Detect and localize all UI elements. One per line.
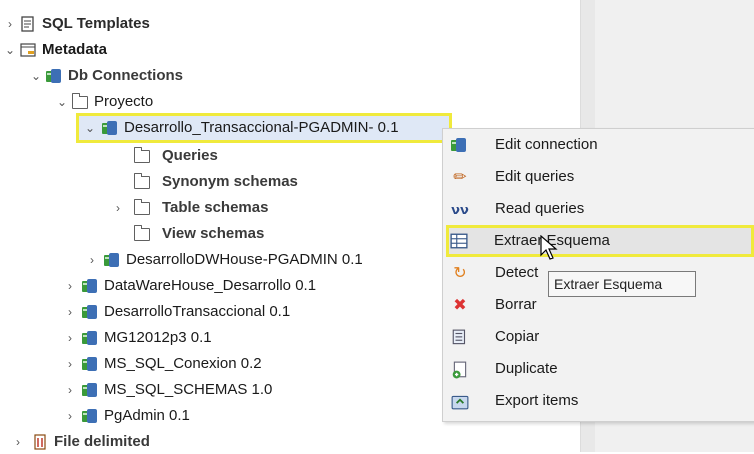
db-connection-icon: [82, 305, 98, 320]
chevron-right-icon[interactable]: ›: [112, 196, 124, 220]
copy-icon: [452, 329, 466, 345]
tree-item-label: Synonym schemas: [162, 173, 298, 190]
menu-item-label: Edit queries: [495, 168, 575, 185]
tree-item-label: Db Connections: [68, 67, 183, 84]
tree-item-connection[interactable]: › MS_SQL_SCHEMAS 1.0: [0, 378, 420, 402]
menu-item-label: Copiar: [495, 328, 540, 345]
chevron-right-icon[interactable]: ›: [64, 274, 76, 298]
file-delimited-icon: [34, 434, 46, 450]
chevron-right-icon[interactable]: ›: [64, 404, 76, 428]
chevron-right-icon[interactable]: ›: [12, 430, 24, 454]
metadata-icon: [20, 43, 36, 57]
chevron-right-icon[interactable]: ›: [64, 300, 76, 324]
chevron-down-icon[interactable]: ⌄: [30, 64, 42, 88]
menu-item-label: Export items: [495, 392, 579, 409]
menu-item-label: Edit connection: [495, 136, 598, 153]
tree-item-proyecto[interactable]: ⌄ Proyecto: [0, 90, 300, 114]
menu-item-label: Duplicate: [495, 360, 558, 377]
db-connection-icon: [46, 69, 62, 84]
tree-item-label: Metadata: [42, 41, 108, 58]
tree-item-desarrollo-transaccional-pgadmin[interactable]: ⌄ Desarrollo_Transaccional-PGADMIN- 0.1: [76, 116, 452, 140]
menu-item-read-queries[interactable]: 𝝼𝝼 Read queries: [443, 193, 754, 225]
tree-item-label: MS_SQL_Conexion 0.2: [104, 355, 262, 372]
tree-item-label: Queries: [162, 147, 218, 164]
highlight-overlay-content: Extraer Esquema: [450, 229, 750, 253]
menu-item-label: Borrar: [495, 296, 537, 313]
tree-item-label: DataWareHouse_Desarrollo 0.1: [104, 277, 317, 294]
menu-item-export-items[interactable]: Export items: [443, 385, 754, 417]
tree-item-connection[interactable]: › MS_SQL_Conexion 0.2: [0, 352, 420, 376]
db-connection-icon: [82, 331, 98, 346]
menu-item-label: Detect: [495, 264, 539, 281]
tree-item-label: DesarrolloTransaccional 0.1: [104, 303, 291, 320]
detect-icon: ↻: [453, 265, 467, 282]
menu-item-duplicate[interactable]: Duplicate: [443, 353, 754, 385]
tree-item-connection[interactable]: › DataWareHouse_Desarrollo 0.1: [0, 274, 420, 298]
tree-item-db-connections[interactable]: ⌄ Db Connections: [0, 64, 300, 88]
folder-icon: [134, 225, 150, 241]
tree-item-label: SQL Templates: [42, 15, 150, 32]
glasses-icon: 𝝼𝝼: [451, 202, 469, 217]
tree-item-connection[interactable]: › DesarrolloTransaccional 0.1: [0, 300, 420, 324]
table-icon: [450, 233, 468, 249]
tree-item-metadata[interactable]: ⌄ Metadata: [0, 38, 300, 62]
folder-icon: [134, 173, 150, 189]
folder-icon: [134, 147, 150, 163]
tree-item-label: MS_SQL_SCHEMAS 1.0: [104, 381, 273, 398]
tree-item-connection[interactable]: › MG12012p3 0.1: [0, 326, 420, 350]
menu-item-copiar[interactable]: Copiar: [443, 321, 754, 353]
tree-item-label: PgAdmin 0.1: [104, 407, 190, 424]
menu-item-label: Read queries: [495, 200, 585, 217]
mouse-cursor-icon: [540, 235, 558, 260]
chevron-right-icon[interactable]: ›: [64, 378, 76, 402]
pencil-icon: ✏: [453, 169, 467, 186]
tree-item-view-schemas[interactable]: View schemas: [0, 222, 330, 246]
tree-item-label: View schemas: [162, 225, 265, 242]
tree-item-synonym-schemas[interactable]: Synonym schemas: [0, 170, 330, 194]
sql-templates-icon: [21, 16, 34, 32]
tree-item-connection[interactable]: › PgAdmin 0.1: [0, 404, 420, 428]
tree-item-label: DesarrolloDWHouse-PGADMIN 0.1: [126, 251, 363, 268]
db-connection-icon: [82, 357, 98, 372]
delete-x-icon: ✖: [453, 297, 467, 314]
export-icon: [451, 395, 469, 410]
tree-item-label: MG12012p3 0.1: [104, 329, 212, 346]
chevron-right-icon[interactable]: ›: [64, 352, 76, 376]
chevron-down-icon[interactable]: ⌄: [84, 116, 96, 140]
db-connection-icon: [104, 253, 120, 268]
tree-item-label: Proyecto: [94, 93, 154, 110]
folder-open-icon: [72, 93, 88, 109]
chevron-down-icon[interactable]: ⌄: [4, 38, 16, 62]
db-connection-icon: [451, 137, 469, 155]
duplicate-icon: [452, 361, 467, 379]
chevron-right-icon[interactable]: ›: [64, 326, 76, 350]
tree-item-label: Table schemas: [162, 199, 269, 216]
tree-item-label: File delimited: [54, 433, 150, 450]
tree-item-connection[interactable]: › DesarrolloDWHouse-PGADMIN 0.1: [0, 248, 420, 272]
tooltip: Extraer Esquema: [548, 271, 696, 297]
tree-item-table-schemas[interactable]: › Table schemas: [0, 196, 330, 220]
chevron-down-icon[interactable]: ⌄: [56, 90, 68, 114]
menu-item-edit-connection[interactable]: Edit connection: [443, 129, 754, 161]
db-connection-icon: [82, 409, 98, 424]
db-connection-icon: [102, 121, 118, 136]
chevron-right-icon[interactable]: ›: [4, 12, 16, 36]
tree-item-file-delimited[interactable]: › File delimited: [0, 430, 300, 454]
chevron-right-icon[interactable]: ›: [86, 248, 98, 272]
db-connection-icon: [82, 383, 98, 398]
tree-item-queries[interactable]: Queries: [0, 144, 300, 168]
tree-item-label: Desarrollo_Transaccional-PGADMIN- 0.1: [124, 119, 399, 136]
tree-item-sql-templates[interactable]: › SQL Templates: [0, 12, 300, 36]
folder-icon: [134, 199, 150, 215]
menu-item-edit-queries[interactable]: ✏ Edit queries: [443, 161, 754, 193]
db-connection-icon: [82, 279, 98, 294]
